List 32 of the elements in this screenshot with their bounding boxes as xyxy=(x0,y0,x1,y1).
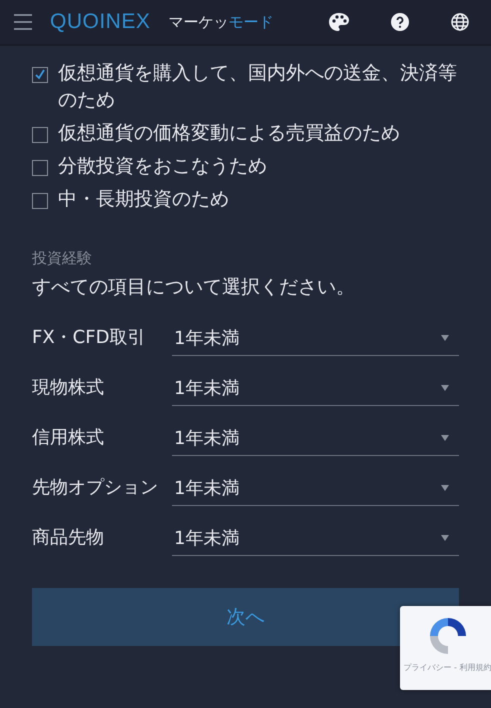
logo: QUOINEX xyxy=(50,10,150,34)
field-label: 現物株式 xyxy=(32,376,105,400)
field-label: FX・CFD取引 xyxy=(32,326,146,350)
checkbox-label: 仮想通貨の価格変動による売買益のため xyxy=(58,121,400,146)
dropdown[interactable]: 1年未満 xyxy=(172,370,459,406)
checkbox[interactable] xyxy=(32,193,48,209)
mode-label: モード xyxy=(228,12,274,32)
field-label: 商品先物 xyxy=(32,526,105,550)
caret-icon xyxy=(441,534,449,540)
caret-icon xyxy=(441,384,449,390)
checkbox-label: 分散投資をおこなうため xyxy=(58,154,267,179)
mode-label: マーケッ xyxy=(168,12,228,32)
instruction-text: すべての項目について選択ください。 xyxy=(32,275,356,300)
dropdown[interactable]: 1年未満 xyxy=(172,470,459,506)
checkbox-label: 中・長期投資のため xyxy=(58,187,229,212)
menu-icon[interactable] xyxy=(14,14,32,30)
checkbox[interactable] xyxy=(32,67,48,83)
field-label: 先物オプション xyxy=(32,476,159,500)
section-heading: 投資経験 xyxy=(32,249,93,268)
dropdown[interactable]: 1年未満 xyxy=(172,320,459,356)
dropdown[interactable]: 1年未満 xyxy=(172,420,459,456)
dropdown[interactable]: 1年未満 xyxy=(172,520,459,556)
globe-icon[interactable] xyxy=(451,13,469,31)
caret-icon xyxy=(441,484,449,490)
checkbox[interactable] xyxy=(32,160,48,176)
field-label: 信用株式 xyxy=(32,426,105,450)
help-icon[interactable] xyxy=(391,13,409,31)
checkbox-label: 仮想通貨を購入して、国内外への送金、決済等のため xyxy=(58,61,458,113)
caret-icon xyxy=(441,434,449,440)
palette-icon[interactable] xyxy=(329,13,349,31)
caret-icon xyxy=(441,334,449,340)
checkbox[interactable] xyxy=(32,127,48,143)
